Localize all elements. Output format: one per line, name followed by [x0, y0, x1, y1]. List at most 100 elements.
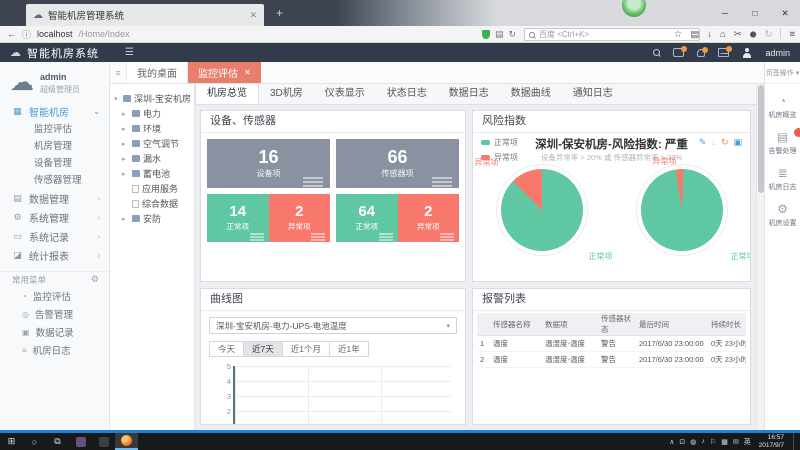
window-close-button[interactable]: ✕: [770, 0, 800, 26]
reload-icon[interactable]: ↻: [509, 29, 517, 40]
rail-item-alarm-handle[interactable]: ▤ 告警处理: [769, 131, 797, 156]
quick-item-record[interactable]: ▣ 数据记录: [0, 323, 109, 341]
download-icon[interactable]: ↓: [711, 137, 716, 148]
url-host[interactable]: localhost: [37, 29, 73, 39]
downloads-icon[interactable]: ↓: [707, 29, 712, 40]
tree-closed-icon[interactable]: ▸: [122, 155, 129, 163]
edit-icon[interactable]: ✎: [699, 137, 707, 148]
tree-node-battery[interactable]: ▸ 蓄电池: [122, 166, 191, 181]
sidebar-item-system-manage[interactable]: ⚙ 系统管理 ›: [0, 208, 109, 227]
sync-icon[interactable]: ↻: [764, 29, 772, 40]
tree-closed-icon[interactable]: ▸: [122, 215, 129, 223]
vertical-scrollbar[interactable]: [756, 84, 764, 430]
tab-notify-log[interactable]: 通知日志: [562, 84, 624, 104]
user-name[interactable]: admin: [765, 48, 790, 58]
quick-item-alarm[interactable]: ◎ 告警管理: [0, 305, 109, 323]
close-icon[interactable]: ✕: [244, 68, 251, 77]
window-minimize-button[interactable]: ─: [710, 0, 740, 26]
range-1year-button[interactable]: 近1年: [329, 341, 369, 357]
tree-node-power[interactable]: ▸ 电力: [122, 106, 191, 121]
user-avatar[interactable]: [742, 48, 752, 58]
tray-app-icon[interactable]: ⊡: [679, 438, 685, 446]
app-icon[interactable]: [92, 433, 115, 450]
tree-closed-icon[interactable]: ▸: [122, 170, 129, 178]
refresh-icon[interactable]: ↻: [721, 137, 729, 148]
new-tab-button[interactable]: +: [276, 6, 283, 20]
message-icon[interactable]: [673, 48, 684, 57]
sidebar-item-smart-room[interactable]: ▦ 智能机房 ⌄: [0, 102, 109, 121]
tab-room-overview[interactable]: 机房总览: [195, 84, 259, 104]
tree-node-leak[interactable]: ▸ 漏水: [122, 151, 191, 166]
sidebar-subitem-monitor[interactable]: 监控评估: [0, 121, 109, 138]
tab-gauge[interactable]: 仪表显示: [314, 84, 376, 104]
tab-data-curve[interactable]: 数据曲线: [500, 84, 562, 104]
pocket-icon[interactable]: ⬤: [750, 31, 757, 38]
adblock-shield-icon[interactable]: [482, 30, 490, 39]
sidebar-item-system-record[interactable]: ▭ 系统记录 ›: [0, 227, 109, 246]
device-abnormal-card[interactable]: 2 异常项: [269, 194, 331, 242]
quick-item-monitor[interactable]: ◔ 监控评估: [0, 287, 109, 305]
battery-icon[interactable]: ◍: [690, 438, 696, 446]
header-search-icon[interactable]: [653, 49, 660, 56]
device-pie-chart[interactable]: 异常项 正常项: [501, 169, 583, 251]
tray-chevron-icon[interactable]: ∧: [669, 438, 674, 446]
reader-page-icon[interactable]: ▤: [495, 29, 504, 40]
volume-icon[interactable]: ♪: [701, 438, 705, 445]
screenshot-icon[interactable]: ✂: [734, 29, 742, 40]
range-today-button[interactable]: 今天: [209, 341, 244, 357]
sensor-normal-card[interactable]: 64 正常项: [336, 194, 398, 242]
library-icon[interactable]: ▤: [690, 29, 699, 40]
rail-item-room-overview[interactable]: ◔ 机房概览: [769, 95, 797, 120]
sensor-count-card[interactable]: 66 传感器项: [336, 139, 459, 188]
task-view-icon[interactable]: ⧉: [46, 433, 69, 450]
home-icon[interactable]: ⌂: [720, 29, 726, 40]
tree-root[interactable]: ▾ 深圳-宝安机房: [114, 91, 191, 106]
range-1month-button[interactable]: 近1个月: [282, 341, 330, 357]
sidebar-item-statistics[interactable]: ◪ 统计报表 ›: [0, 246, 109, 265]
network-icon[interactable]: ⚐: [710, 438, 716, 446]
tree-node-security[interactable]: ▸ 安防: [122, 211, 191, 226]
taskbar-clock[interactable]: 16:57 2017/9/7: [759, 434, 784, 449]
device-normal-card[interactable]: 14 正常项: [207, 194, 269, 242]
firefox-icon[interactable]: [115, 433, 138, 450]
cortana-icon[interactable]: ○: [23, 433, 46, 450]
tab-status-log[interactable]: 状态日志: [376, 84, 438, 104]
visual-studio-icon[interactable]: [69, 433, 92, 450]
ime-indicator[interactable]: 英: [744, 437, 751, 447]
tree-closed-icon[interactable]: ▸: [122, 125, 129, 133]
tab-3d-room[interactable]: 3D机房: [259, 84, 314, 104]
curve-select[interactable]: 深圳-宝安机房-电力-UPS-电池温度 ▾: [209, 317, 457, 334]
rail-header[interactable]: 页签操作 ▾: [765, 62, 800, 84]
quick-item-log[interactable]: ≡ 机房日志: [0, 341, 109, 359]
site-info-icon[interactable]: ⓘ: [22, 28, 31, 41]
tab-data-log[interactable]: 数据日志: [438, 84, 500, 104]
shield-tray-icon[interactable]: ▦: [721, 438, 728, 446]
rail-item-room-log[interactable]: ≣ 机房日志: [769, 167, 797, 192]
alarm-row[interactable]: 2 温度 温湿度-温度 警告 2017/6/30 23:00:00 0天 23小…: [477, 352, 746, 368]
tree-node-appservice[interactable]: 应用服务: [122, 181, 191, 196]
range-7days-button[interactable]: 近7天: [243, 341, 283, 357]
bookmark-star-icon[interactable]: ☆: [674, 29, 683, 40]
sidebar-subitem-sensor-manage[interactable]: 传感器管理: [0, 172, 109, 189]
browser-tab[interactable]: ☁ 智能机房管理系统 ✕: [26, 4, 264, 26]
device-count-card[interactable]: 16 设备项: [207, 139, 330, 188]
rail-item-room-settings[interactable]: ⚙ 机房设置: [769, 203, 797, 228]
sidebar-toggle-icon[interactable]: ☰: [125, 47, 134, 58]
start-button-icon[interactable]: ⊞: [0, 433, 23, 450]
collapse-tree-icon[interactable]: ≡: [110, 62, 127, 83]
tree-closed-icon[interactable]: ▸: [122, 110, 129, 118]
alert-bell-icon[interactable]: [697, 49, 705, 57]
mail-icon[interactable]: [718, 48, 729, 57]
window-maximize-button[interactable]: □: [740, 0, 770, 26]
tree-node-environment[interactable]: ▸ 环境: [122, 121, 191, 136]
sidebar-subitem-device-manage[interactable]: 设备管理: [0, 155, 109, 172]
tree-node-hvac[interactable]: ▸ 空气调节: [122, 136, 191, 151]
tab-monitor-active[interactable]: 监控评估 ✕: [188, 62, 261, 83]
sensor-pie-chart[interactable]: 异常项 正常项: [641, 169, 723, 251]
tree-open-icon[interactable]: ▾: [114, 95, 120, 103]
tab-my-desktop[interactable]: 我的桌面: [127, 62, 188, 83]
show-desktop-button[interactable]: [793, 433, 797, 450]
save-icon[interactable]: ▣: [733, 137, 742, 148]
tree-node-data[interactable]: 综合数据: [122, 196, 191, 211]
tree-closed-icon[interactable]: ▸: [122, 140, 129, 148]
